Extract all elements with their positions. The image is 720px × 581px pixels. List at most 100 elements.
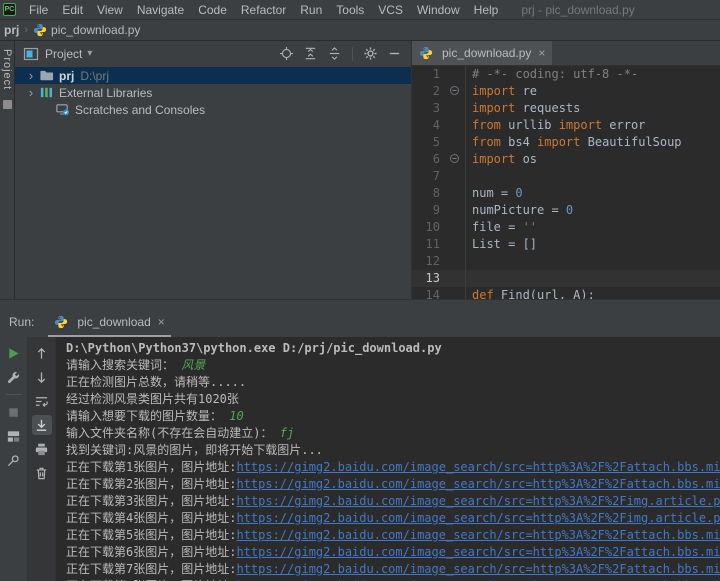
menu-edit[interactable]: Edit xyxy=(55,3,90,17)
scratches-icon xyxy=(55,102,71,118)
image-url-link[interactable]: https://gimg2.baidu.com/image_search/src… xyxy=(236,511,720,525)
console-text: 请输入想要下载的图片数量： xyxy=(66,409,230,423)
tree-item-scratches-and-consoles[interactable]: Scratches and Consoles xyxy=(15,101,411,118)
run-tab-pic-download[interactable]: pic_download × xyxy=(48,315,171,337)
up-stack-trace-icon[interactable] xyxy=(32,343,52,363)
console-text: 正在下载第7张图片，图片地址: xyxy=(66,562,237,576)
menu-navigate[interactable]: Navigate xyxy=(130,3,191,17)
tree-item-external-libraries[interactable]: › External Libraries xyxy=(15,84,411,101)
breadcrumb-project[interactable]: prj xyxy=(4,23,19,37)
line-number: 8 xyxy=(432,186,440,200)
pin-tab-icon[interactable] xyxy=(4,450,24,470)
fold-region-icon[interactable]: − xyxy=(448,151,466,168)
close-tab-icon[interactable]: × xyxy=(538,46,545,60)
project-panel-title[interactable]: Project xyxy=(45,47,82,61)
fold-column xyxy=(448,253,466,270)
chevron-down-icon[interactable]: ▾ xyxy=(87,48,92,59)
code-text: from bs4 import BeautifulSoup xyxy=(472,135,682,149)
clear-all-icon[interactable] xyxy=(32,463,52,483)
collapse-all-icon[interactable] xyxy=(302,45,319,62)
console-line: 正在下载第3张图片，图片地址:https://gimg2.baidu.com/i… xyxy=(66,493,720,510)
code-line-2: 2− import re xyxy=(412,83,720,100)
code-line-9: 9 numPicture = 0 xyxy=(412,202,720,219)
fold-column xyxy=(448,202,466,219)
editor-tab-pic-download[interactable]: pic_download.py × xyxy=(412,41,553,65)
image-url-link[interactable]: https://gimg2.baidu.com/image_search/src… xyxy=(236,460,720,474)
code-text: def Find(url, A): xyxy=(472,288,595,299)
fold-column xyxy=(448,236,466,253)
expand-chevron-icon[interactable]: › xyxy=(23,68,39,83)
console-line: 请输入搜索关键词： 风景 xyxy=(66,357,720,374)
console-line: 正在下载第4张图片，图片地址:https://gimg2.baidu.com/i… xyxy=(66,510,720,527)
code-text: import requests xyxy=(472,101,581,115)
restore-layout-icon[interactable] xyxy=(4,426,24,446)
console-line: D:\Python\Python37\python.exe D:/prj/pic… xyxy=(66,340,720,357)
editor: pic_download.py × 1 # -*- coding: utf-8 -… xyxy=(412,41,720,299)
code-text: numPicture = 0 xyxy=(472,203,574,217)
menu-window[interactable]: Window xyxy=(410,3,467,17)
editor-tab-bar: pic_download.py × xyxy=(412,41,720,66)
python-file-icon xyxy=(419,46,433,60)
code-line-7: 7 xyxy=(412,168,720,185)
menu-tools[interactable]: Tools xyxy=(329,3,371,17)
console-toolbar xyxy=(28,337,56,581)
menu-run[interactable]: Run xyxy=(293,3,329,17)
fold-column xyxy=(448,134,466,151)
tree-item-prj[interactable]: › prj D:\prj xyxy=(15,67,411,84)
expand-collapse-icon[interactable] xyxy=(326,45,343,62)
stop-icon[interactable] xyxy=(4,402,24,422)
line-number: 7 xyxy=(432,169,440,183)
menu-bar: PC File Edit View Navigate Code Refactor Run To… xyxy=(0,0,720,20)
close-run-tab-icon[interactable]: × xyxy=(158,315,165,329)
menu-code[interactable]: Code xyxy=(191,3,234,17)
settings-gear-icon[interactable] xyxy=(362,45,379,62)
run-console-output[interactable]: D:\Python\Python37\python.exe D:/prj/pic… xyxy=(56,337,720,581)
line-number: 10 xyxy=(425,220,440,234)
fold-column xyxy=(448,117,466,134)
tree-item-label: prj xyxy=(59,68,75,83)
image-url-link[interactable]: https://gimg2.baidu.com/image_search/src… xyxy=(236,477,720,491)
menu-bar-items: File Edit View Navigate Code Refactor Run Tools… xyxy=(22,3,505,17)
fold-region-icon[interactable]: − xyxy=(448,83,466,100)
code-editor[interactable]: 1 # -*- coding: utf-8 -*- 2− import re 3 impo… xyxy=(412,66,720,299)
line-number: 6 xyxy=(432,152,440,166)
print-icon[interactable] xyxy=(32,439,52,459)
menu-file[interactable]: File xyxy=(22,3,55,17)
console-line: 正在下载第5张图片，图片地址:https://gimg2.baidu.com/i… xyxy=(66,527,720,544)
user-input-text: fj xyxy=(279,426,295,440)
console-line: 找到关键词:风景的图片，即将开始下载图片... xyxy=(66,442,720,459)
code-line-12: 12 xyxy=(412,253,720,270)
down-stack-trace-icon[interactable] xyxy=(32,367,52,387)
tree-item-path: D:\prj xyxy=(80,68,110,83)
settings-wrench-icon[interactable] xyxy=(4,367,24,387)
console-text: 正在下载第5张图片，图片地址: xyxy=(66,528,237,542)
menu-vcs[interactable]: VCS xyxy=(371,3,410,17)
expand-chevron-icon[interactable]: › xyxy=(23,85,39,100)
rerun-icon[interactable] xyxy=(4,343,24,363)
image-url-link[interactable]: https://gimg2.baidu.com/image_search/src… xyxy=(236,562,720,576)
breadcrumb-file[interactable]: pic_download.py xyxy=(51,23,140,37)
menu-help[interactable]: Help xyxy=(467,3,506,17)
user-input-text: 10 xyxy=(229,409,244,423)
console-text: 正在下载第3张图片，图片地址: xyxy=(66,494,237,508)
python-icon xyxy=(54,315,68,329)
code-line-3: 3 import requests xyxy=(412,100,720,117)
project-panel-header: Project ▾ xyxy=(15,41,411,66)
scroll-to-end-icon[interactable] xyxy=(31,415,52,435)
image-url-link[interactable]: https://gimg2.baidu.com/image_search/src… xyxy=(236,545,720,559)
image-url-link[interactable]: https://gimg2.baidu.com/image_search/src… xyxy=(236,528,720,542)
locate-icon[interactable] xyxy=(278,45,295,62)
image-url-link[interactable]: https://gimg2.baidu.com/image_search/src… xyxy=(236,494,720,508)
tool-window-stripe-icon[interactable] xyxy=(2,100,12,110)
code-line-11: 11 List = [] xyxy=(412,236,720,253)
project-stripe-button[interactable]: Project xyxy=(1,49,13,90)
code-text: import os xyxy=(472,152,538,166)
menu-view[interactable]: View xyxy=(90,3,130,17)
hide-panel-icon[interactable] xyxy=(386,45,403,62)
line-number: 11 xyxy=(425,237,440,251)
pycharm-window: PC File Edit View Navigate Code Refactor Run To… xyxy=(0,0,720,581)
menu-refactor[interactable]: Refactor xyxy=(234,3,293,17)
run-panel: Run: pic_download × D:\Python\Python37\p… xyxy=(0,299,720,581)
soft-wrap-icon[interactable] xyxy=(32,391,52,411)
